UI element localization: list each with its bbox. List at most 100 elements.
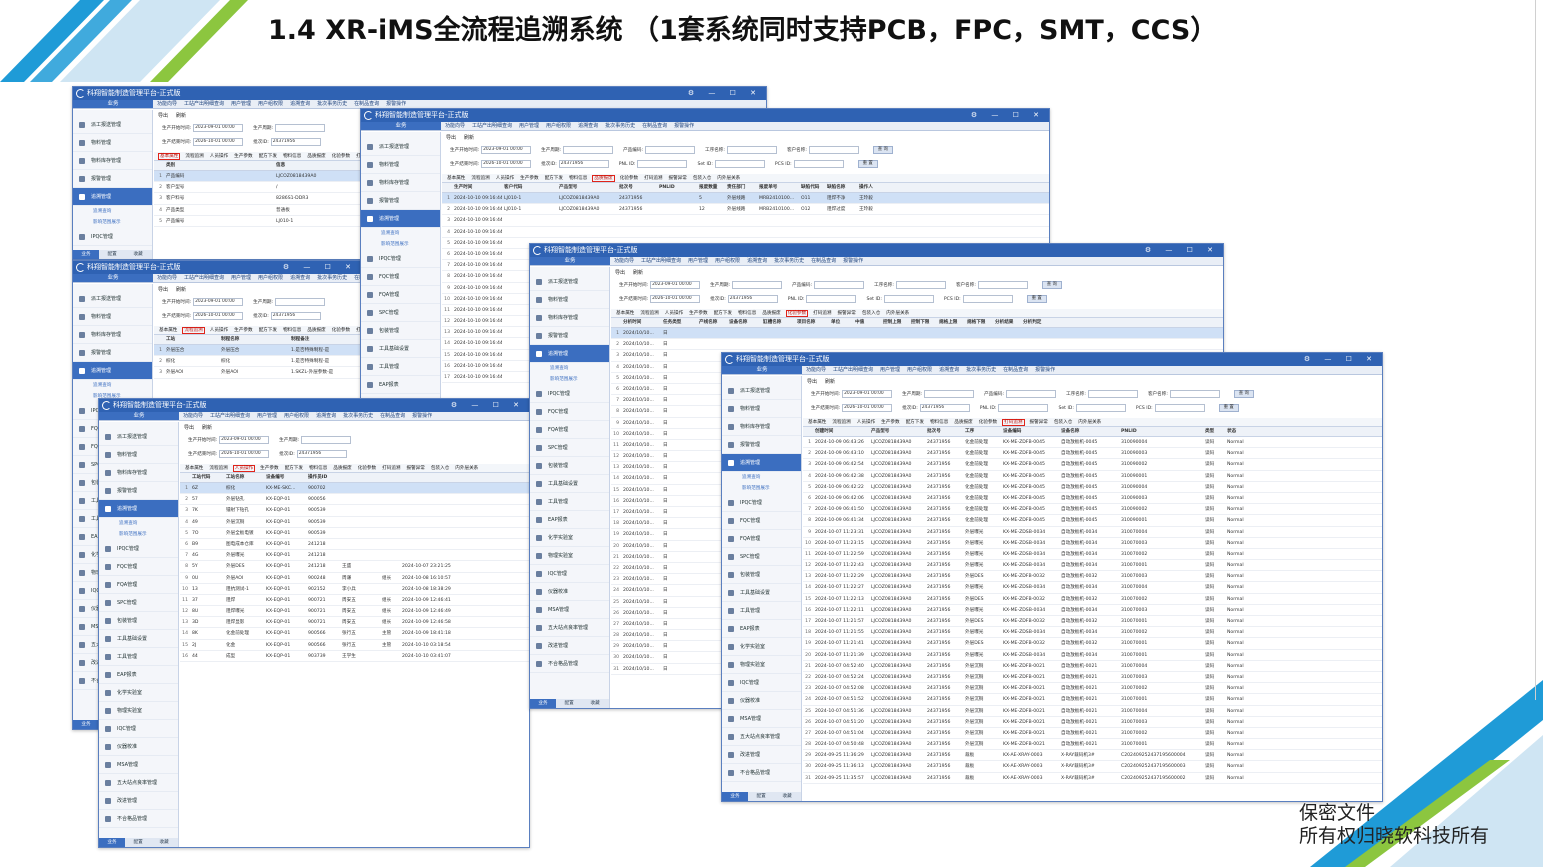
footer-tab-2[interactable]: 收藏 [151,838,177,847]
table-row[interactable]: 23 2024-10-07 04:52:08 LJCOZ0818439A0 24371… [803,683,1382,695]
col-header-6[interactable]: 责任部门 [725,183,757,192]
table-row[interactable]: 16 44 成型 KX-EQP-01 903739 王学生 2024-10-10 03:41… [180,651,529,662]
table-row[interactable]: 24 2024-10-07 04:51:52 LJCOZ0818439A0 24371… [803,694,1382,706]
table-row[interactable]: 16 2024-10-07 11:22:11 LJCOZ0818439A0 24371… [803,605,1382,616]
batch-id-input[interactable]: 24371956 [558,159,609,168]
start-time-input[interactable]: 2023-09-01 00:00 [650,280,701,289]
sidebar-item-14[interactable]: 物理实验室 [530,547,609,565]
query-button[interactable]: 查 询 [872,145,893,154]
tab-7[interactable]: 报警操作 [386,101,406,107]
subtab-11[interactable]: 内外层关系 [1077,420,1102,425]
sidebar-item-16[interactable]: 仪器校准 [722,692,801,710]
tab-0[interactable]: 功能向导 [445,123,465,129]
tab-6[interactable]: 在制品查询 [642,123,667,129]
table-row[interactable]: 14 2024-10-07 11:22:27 LJCOZ0818439A0 24371… [803,582,1382,594]
table-row[interactable]: 18 2024-10-07 11:21:55 LJCOZ0818439A0 24371… [803,627,1382,639]
table-row[interactable]: 8 2024-10-09 06:41:34 LJCOZ0818439A0 243719… [803,515,1382,527]
sidebar-sub-1[interactable]: 影响范围展示 [530,374,609,385]
sidebar-item-1[interactable]: 物料管理 [722,400,801,418]
refresh-button[interactable]: 刷新 [464,135,474,141]
sidebar-sub-0[interactable]: 追溯查询 [722,472,801,483]
sidebar-item-5[interactable]: IPQC管理 [99,540,178,558]
tab-6[interactable]: 在制品查询 [354,101,379,107]
biz-label[interactable]: 业务 [99,412,179,420]
biz-label[interactable]: 业务 [361,122,441,130]
pcs-id-input[interactable] [962,294,1013,303]
sidebar-item-8[interactable]: SPC管理 [99,594,178,612]
col-header-11[interactable]: 规格下限 [965,318,993,327]
customer-name-input[interactable] [808,145,859,154]
subtab-1[interactable]: 流程追溯 [182,327,205,334]
sidebar-item-17[interactable]: MSA管理 [722,710,801,728]
product-code-input[interactable] [645,145,695,154]
sidebar-item-4[interactable]: 追溯管理 [73,362,152,380]
col-header-2[interactable]: 制程备注 [289,335,349,344]
subtab-2[interactable]: 人员操作 [209,154,229,159]
col-header-3[interactable]: 操作员ID [306,473,340,482]
table-row[interactable]: 1 2024/10/10... 日 [611,328,1223,340]
subtab-0[interactable]: 基本属性 [184,466,204,471]
pnl-id-input[interactable] [637,159,688,168]
col-header-9[interactable]: 控制下限 [909,318,937,327]
footer-tab-1[interactable]: 配置 [125,838,151,847]
subtab-5[interactable]: 物料信息 [929,420,949,425]
sidebar-sub-0[interactable]: 追溯查询 [99,518,178,529]
sidebar-item-13[interactable]: 化学实验室 [99,684,178,702]
cycle-input[interactable] [924,389,975,398]
cycle-input[interactable] [275,123,326,132]
table-row[interactable]: 2 棕化 棕化 1.是否特殊制程-是 [154,356,361,368]
subtab-7[interactable]: 化验参数 [331,328,351,333]
col-header-0[interactable]: 类别 [164,161,274,170]
table-row[interactable]: 17 2024-10-07 11:21:57 LJCOZ0818439A0 24371… [803,616,1382,628]
tab-1[interactable]: 工站产出明细查询 [184,101,224,107]
cycle-input[interactable] [732,280,783,289]
col-header-8[interactable]: 状态 [1225,427,1249,436]
sidebar-item-0[interactable]: 派工报送管理 [530,273,609,291]
tab-1[interactable]: 工站产出明细查询 [641,258,681,264]
footer-tab-2[interactable]: 收藏 [774,792,800,801]
footer-tab-1[interactable]: 配置 [99,250,125,259]
col-header-5[interactable]: 报废数量 [697,183,725,192]
subtab-2[interactable]: 人员操作 [209,328,229,333]
col-header-6[interactable]: 单位 [829,318,853,327]
col-header-2[interactable]: 产线名称 [697,318,727,327]
subtab-11[interactable]: 内外层关系 [716,176,741,181]
table-row[interactable]: 12 2024-10-07 11:22:43 LJCOZ0818439A0 24371… [803,560,1382,572]
export-button[interactable]: 导出 [158,287,168,293]
tab-5[interactable]: 批次事务历史 [605,123,635,129]
sidebar-item-19[interactable]: 改进管理 [722,746,801,764]
col-header-5[interactable]: 设备名称 [1059,427,1119,436]
tab-5[interactable]: 批次事务历史 [774,258,804,264]
customer-name-input[interactable] [1169,389,1220,398]
subtab-10[interactable]: 包装入仓 [861,311,881,316]
sidebar-item-11[interactable]: 工具管理 [530,493,609,511]
reset-button[interactable]: 重 置 [857,159,878,168]
tab-4[interactable]: 追溯查询 [939,367,959,373]
sidebar-item-2[interactable]: 物料库存管理 [99,464,178,482]
tab-1[interactable]: 工站产出明细查询 [833,367,873,373]
table-row[interactable]: 2 57 外层钻孔 KX-EQP-01 900056 [180,494,529,506]
subtab-2[interactable]: 人员操作 [664,311,684,316]
sidebar-item-5[interactable]: IPQC管理 [722,494,801,512]
set-id-input[interactable] [714,159,765,168]
table-row[interactable]: 11 2024-10-07 11:22:59 LJCOZ0818439A0 24371… [803,549,1382,561]
tab-3[interactable]: 用户组权限 [907,367,932,373]
sidebar-item-17[interactable]: MSA管理 [99,756,178,774]
sidebar-item-4[interactable]: 追溯管理 [722,454,801,472]
col-header-13[interactable]: 分析判定 [1021,318,1049,327]
window-controls[interactable]: ⚙ — ☐ ✕ [1145,244,1219,257]
table-row[interactable]: 8 5Y 外层DES KX-EQP-01 241218 王盛 2024-10-07 23:2… [180,561,529,573]
table-row[interactable]: 4 49 外层沉铜 KX-EQP-01 900539 [180,517,529,528]
footer-tab-2[interactable]: 收藏 [125,250,151,259]
biz-label[interactable]: 业务 [722,366,802,374]
tab-2[interactable]: 用户管理 [519,123,539,129]
app-window-personnel-ops[interactable]: 科翔智能制造管理平台-正式版 ⚙ — ☐ ✕ 业务 功能向导 工站产出明细查询 用户管理用… [98,398,530,848]
biz-label[interactable]: 业务 [73,274,153,282]
sidebar-sub-1[interactable]: 影响范围展示 [361,239,440,250]
table-row[interactable]: 1 外层压合 外层压合 1.是否特殊制程-是 [154,345,361,357]
sidebar-item-7[interactable]: FQA管理 [722,530,801,548]
process-name-input[interactable] [726,145,777,154]
table-row[interactable]: 30 2024-09-25 11:36:13 LJCOZ0818439A0 24371… [803,761,1382,773]
cycle-input[interactable] [301,435,352,444]
sidebar-item-0[interactable]: 派工报送管理 [73,290,152,308]
